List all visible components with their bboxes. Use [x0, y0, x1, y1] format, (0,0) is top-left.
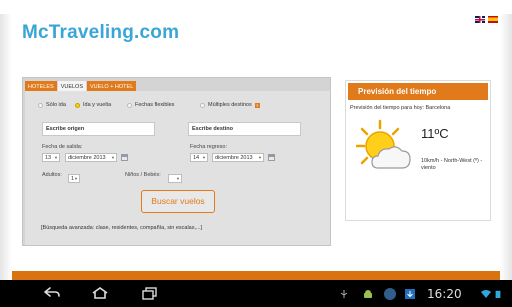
- status-clock: 16:20: [427, 287, 462, 301]
- flight-search-panel: HOTELES VUELOS VUELO + HOTEL Sólo ida Id…: [22, 77, 331, 246]
- search-flights-button[interactable]: Buscar vuelos: [141, 190, 215, 213]
- chevron-down-icon: ▼: [176, 176, 180, 181]
- radio-multiples-destinos[interactable]: Múltiples destinos ?: [200, 102, 260, 108]
- adults-label: Adultos:: [42, 172, 62, 178]
- weather-widget: Previsión del tiempo Previsión del tiemp…: [345, 80, 491, 221]
- children-label: Niños / Bebés:: [125, 172, 161, 178]
- chevron-down-icon: ▼: [111, 155, 115, 160]
- radio-label: Fechas flexibles: [135, 102, 175, 108]
- radio-button[interactable]: [127, 102, 132, 108]
- uk-flag-icon[interactable]: [475, 16, 485, 23]
- select-value: 14: [193, 155, 200, 161]
- advanced-search-link[interactable]: [Búsqueda avanzada: clase, residentes, c…: [41, 225, 202, 231]
- radio-label: Sólo ida: [46, 102, 66, 108]
- home-icon[interactable]: [90, 286, 110, 300]
- footer-bar: [12, 271, 500, 280]
- browser-top-strip: [0, 0, 512, 14]
- select-value: 13: [45, 155, 52, 161]
- calendar-icon[interactable]: [121, 154, 128, 161]
- android-debug-icon: [364, 290, 372, 298]
- radio-ida-y-vuelta[interactable]: Ida y vuelta: [75, 102, 111, 108]
- departure-label: Fecha de salida:: [42, 144, 83, 150]
- site-logo[interactable]: McTraveling.com: [22, 22, 179, 44]
- radio-fechas-flexibles[interactable]: Fechas flexibles: [127, 102, 174, 108]
- partly-cloudy-icon: [356, 119, 411, 169]
- usb-icon: [340, 290, 348, 298]
- android-nav-bar: 16:20: [0, 280, 512, 307]
- recent-apps-icon[interactable]: [140, 286, 160, 300]
- back-icon[interactable]: [42, 286, 62, 300]
- departure-day-select[interactable]: 13 ▼: [42, 153, 60, 162]
- web-page: McTraveling.com HOTELES VUELOS VUELO + H…: [0, 0, 512, 280]
- download-icon: [405, 289, 415, 299]
- radio-label: Múltiples destinos: [208, 102, 252, 108]
- search-form: Sólo ida Ida y vuelta Fechas flexibles M…: [25, 91, 330, 245]
- return-label: Fecha regreso:: [190, 144, 227, 150]
- radio-button[interactable]: [38, 102, 43, 108]
- adults-select[interactable]: 1 ▼: [68, 174, 80, 183]
- radio-label: Ida y vuelta: [83, 102, 112, 108]
- chevron-down-icon: ▼: [54, 155, 58, 160]
- departure-month-select[interactable]: diciembre 2013 ▼: [65, 153, 117, 162]
- destination-input[interactable]: Escribe destino: [188, 122, 301, 136]
- chevron-down-icon: ▼: [74, 176, 78, 181]
- app-notification-icon: [384, 288, 396, 300]
- language-selector: [475, 16, 498, 23]
- page-shadow-right: [500, 14, 512, 280]
- chevron-down-icon: ▼: [258, 155, 262, 160]
- return-day-select[interactable]: 14 ▼: [190, 153, 208, 162]
- spain-flag-icon[interactable]: [488, 16, 498, 23]
- wind-info: 10km/h - North-West (º) - viento: [421, 158, 483, 171]
- weather-subtitle: Previsión del tiempo para hoy: Barcelona: [350, 105, 451, 111]
- wifi-icon: [481, 290, 491, 298]
- calendar-icon[interactable]: [268, 154, 275, 161]
- origin-input[interactable]: Escribe origen: [42, 122, 155, 136]
- battery-icon: [495, 290, 501, 298]
- select-value: diciembre 2013: [215, 155, 253, 161]
- children-select[interactable]: ▼: [168, 174, 182, 183]
- chevron-down-icon: ▼: [202, 155, 206, 160]
- return-month-select[interactable]: diciembre 2013 ▼: [212, 153, 264, 162]
- page-shadow-left: [0, 14, 12, 280]
- info-icon[interactable]: ?: [254, 102, 260, 108]
- radio-button[interactable]: [75, 102, 80, 108]
- weather-title: Previsión del tiempo: [348, 83, 488, 100]
- radio-button[interactable]: [200, 102, 205, 108]
- temperature: 11ºC: [421, 126, 449, 141]
- radio-solo-ida[interactable]: Sólo ida: [38, 102, 66, 108]
- select-value: diciembre 2013: [68, 155, 106, 161]
